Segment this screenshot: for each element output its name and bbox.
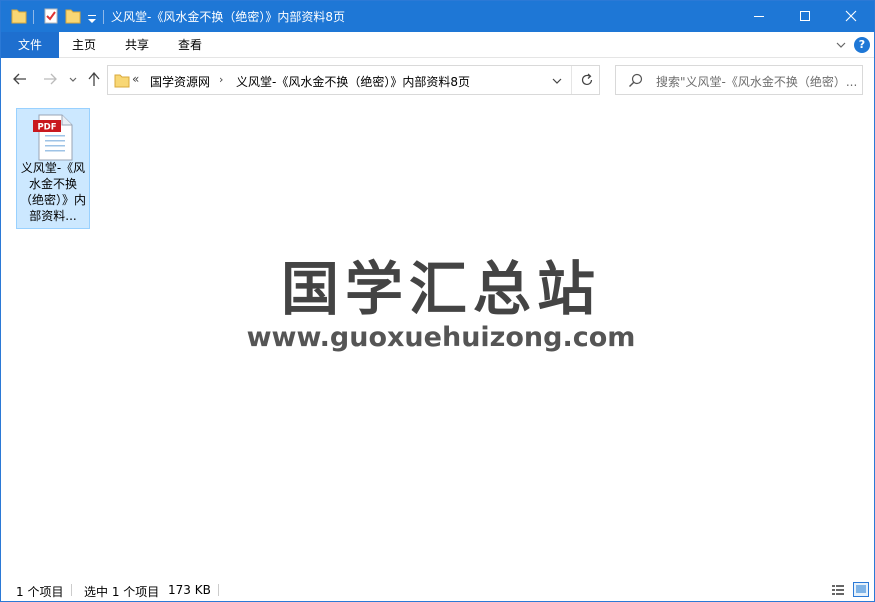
pdf-badge: PDF xyxy=(37,123,56,133)
tab-share[interactable]: 共享 xyxy=(125,32,149,58)
navigation-bar: « 国学资源网 › 义风堂-《风水金不换（绝密）》内部资料8页 搜索"义风堂-《… xyxy=(1,58,874,102)
watermark-url: www.guoxuehuizong.com xyxy=(246,322,636,353)
help-icon[interactable]: ? xyxy=(854,37,870,53)
window-title: 义风堂-《风水金不换（绝密）》内部资料8页 xyxy=(111,10,345,24)
file-item[interactable]: PDF 义风堂-《风水金不换（绝密）》内部资料... xyxy=(16,108,90,229)
refresh-icon[interactable] xyxy=(580,73,594,87)
item-count: 1 个项目 xyxy=(16,585,64,599)
maximize-button[interactable] xyxy=(782,1,828,32)
toolbar-separator xyxy=(103,10,104,24)
large-icons-view-icon[interactable] xyxy=(853,582,869,597)
search-icon xyxy=(629,73,643,87)
recent-locations-chevron-icon[interactable] xyxy=(67,70,79,88)
breadcrumb-separator-icon[interactable]: › xyxy=(219,73,223,86)
selected-size: 173 KB xyxy=(168,583,211,597)
chevron-down-icon[interactable] xyxy=(834,39,848,51)
properties-icon[interactable] xyxy=(43,7,59,25)
breadcrumb-item[interactable]: 义风堂-《风水金不换（绝密）》内部资料8页 xyxy=(236,73,470,90)
folder-icon xyxy=(114,74,130,88)
status-bar: 1 个项目 选中 1 个项目 173 KB xyxy=(1,577,874,601)
address-bar[interactable]: « 国学资源网 › 义风堂-《风水金不换（绝密）》内部资料8页 xyxy=(107,65,600,95)
forward-arrow-icon[interactable] xyxy=(41,70,59,88)
folder-icon[interactable] xyxy=(11,7,27,25)
tab-view[interactable]: 查看 xyxy=(178,32,202,58)
search-placeholder: 搜索"义风堂-《风水金不换（绝密）... xyxy=(656,75,858,89)
close-button[interactable] xyxy=(828,1,874,32)
details-view-icon[interactable] xyxy=(831,583,845,597)
explorer-window: 义风堂-《风水金不换（绝密）》内部资料8页 文件 主页 共享 查看 ? « 国学… xyxy=(0,0,875,602)
search-input[interactable]: 搜索"义风堂-《风水金不换（绝密）... xyxy=(615,65,863,95)
breadcrumb-overflow-icon[interactable]: « xyxy=(132,72,139,86)
ribbon-tabs: 文件 主页 共享 查看 ? xyxy=(1,32,874,58)
tab-home[interactable]: 主页 xyxy=(72,32,96,58)
up-arrow-icon[interactable] xyxy=(85,70,103,88)
toolbar-separator xyxy=(33,10,34,24)
file-list[interactable]: PDF 义风堂-《风水金不换（绝密）》内部资料... 国学汇总站 www.guo… xyxy=(1,102,874,577)
divider xyxy=(218,584,219,596)
pdf-file-icon: PDF xyxy=(33,114,73,161)
back-arrow-icon[interactable] xyxy=(11,70,29,88)
minimize-button[interactable] xyxy=(736,1,782,32)
file-name: 义风堂-《风水金不换（绝密）》内部资料... xyxy=(19,161,86,223)
chevron-down-icon[interactable] xyxy=(551,75,563,87)
breadcrumb-item[interactable]: 国学资源网 xyxy=(150,73,210,90)
watermark-chinese: 国学汇总站 xyxy=(280,255,601,323)
selected-count: 选中 1 个项目 xyxy=(84,585,160,599)
tab-file[interactable]: 文件 xyxy=(1,32,59,58)
title-bar[interactable]: 义风堂-《风水金不换（绝密）》内部资料8页 xyxy=(1,1,874,32)
new-folder-icon[interactable] xyxy=(65,7,81,25)
divider xyxy=(71,584,72,596)
divider xyxy=(571,66,572,94)
customize-toolbar-dropdown-icon[interactable] xyxy=(86,10,98,28)
